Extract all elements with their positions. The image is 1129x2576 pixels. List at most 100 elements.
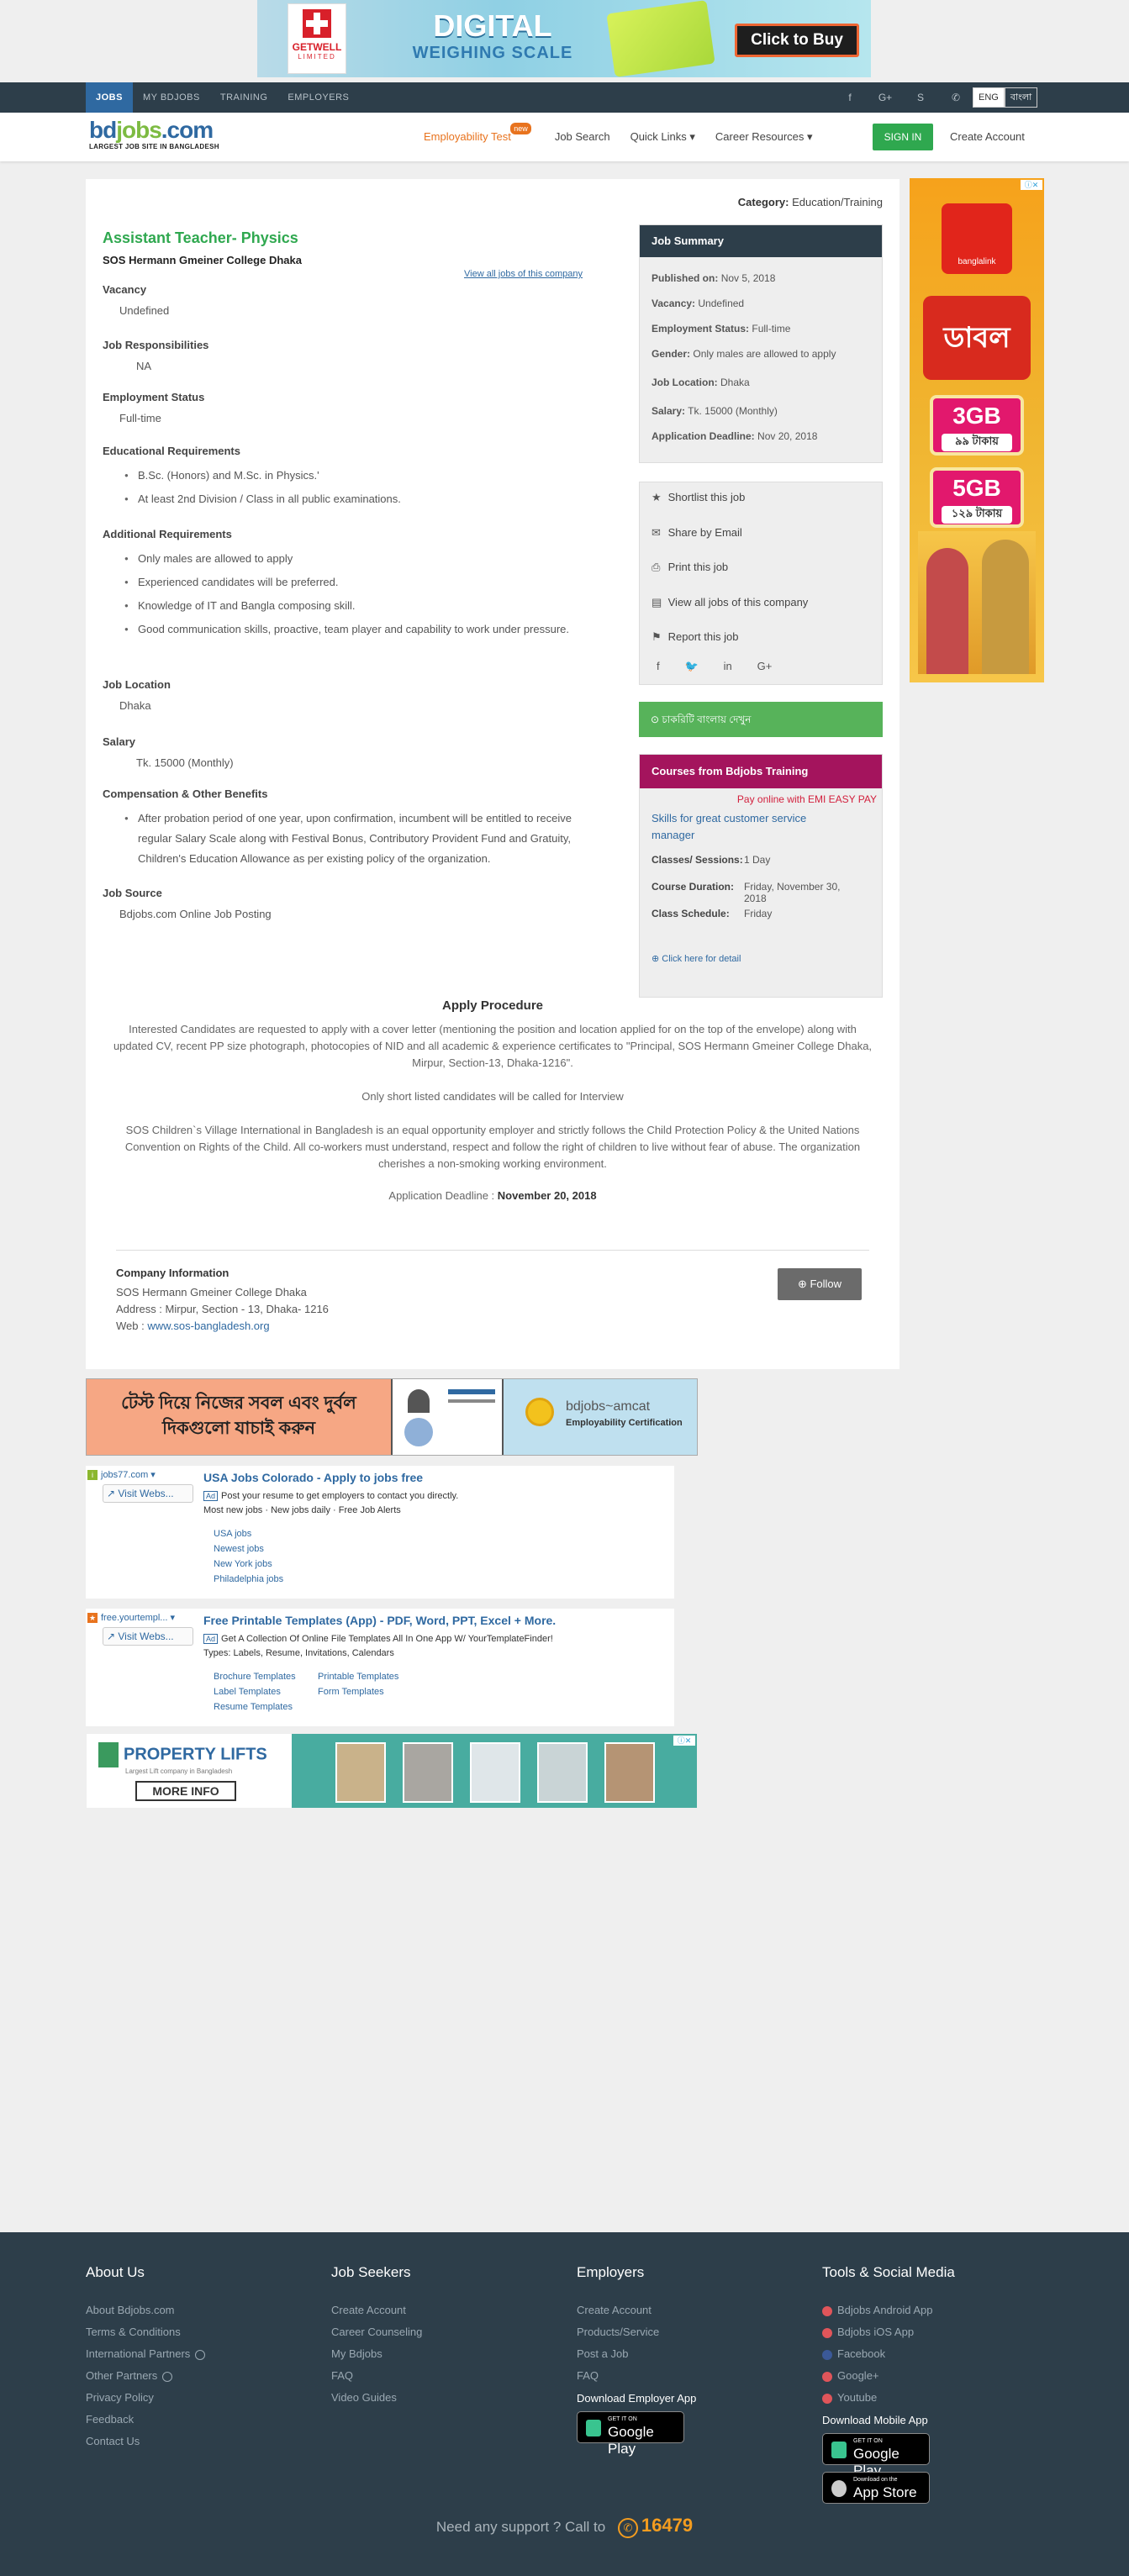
- employability-test-link[interactable]: Employability Test new: [424, 113, 531, 161]
- footer-link[interactable]: About Bdjobs.com: [86, 2299, 205, 2321]
- course-value: Friday: [744, 908, 773, 919]
- course-detail-link[interactable]: ⊕ Click here for detail: [652, 953, 741, 964]
- footer-link[interactable]: International Partners: [86, 2343, 206, 2365]
- footer-link[interactable]: Other Partners: [86, 2365, 205, 2387]
- circle-arrow-icon: ⊙: [651, 714, 660, 725]
- footer-link[interactable]: Facebook: [822, 2343, 955, 2365]
- ad-source[interactable]: ★ free.yourtempl... ▾: [87, 1612, 175, 1623]
- ad-choices-icon[interactable]: ⓘ✕: [673, 1736, 695, 1746]
- amcat-brand: bdjobs~amcat: [566, 1399, 651, 1414]
- ad-sitelink[interactable]: USA jobs: [214, 1526, 283, 1541]
- ad-brand-logo: GETWELL LIMITED: [288, 3, 346, 74]
- view-all-company-jobs-link[interactable]: View all jobs of this company: [464, 269, 583, 279]
- course-duration: Course Duration: Friday, November 30, 201…: [652, 881, 845, 904]
- topnav-jobs[interactable]: JOBS: [86, 82, 133, 113]
- footer-link[interactable]: Create Account: [331, 2299, 422, 2321]
- job-title: Assistant Teacher- Physics: [103, 229, 298, 246]
- amcat-banner-ad[interactable]: টেস্ট দিয়ে নিজের সবল এবং দুর্বল দিকগুলো…: [86, 1378, 698, 1456]
- list-item: After probation period of one year, upon…: [121, 809, 592, 869]
- twitter-icon[interactable]: 🐦: [685, 660, 699, 673]
- view-all-company-jobs-action[interactable]: ▤ View all jobs of this company: [652, 596, 808, 609]
- ad-cta-button[interactable]: Click to Buy: [735, 24, 859, 57]
- job-summary-panel: Job Summary Published on: Nov 5, 2018 Va…: [639, 224, 883, 463]
- report-job-link[interactable]: ⚑ Report this job: [652, 630, 738, 644]
- footer-link[interactable]: Youtube: [822, 2387, 955, 2409]
- text-ad: ★ free.yourtempl... ▾ ↗ Visit Webs... Fre…: [86, 1609, 674, 1726]
- footer-link[interactable]: Contact Us: [86, 2431, 205, 2452]
- career-resources-dropdown[interactable]: Career Resources ▾: [715, 113, 813, 161]
- footer-link[interactable]: FAQ: [331, 2365, 422, 2387]
- footer-link[interactable]: Bdjobs Android App: [822, 2299, 955, 2321]
- ad-sitelink[interactable]: Printable Templates: [318, 1672, 398, 1682]
- ad-title-link[interactable]: USA Jobs Colorado - Apply to jobs free: [203, 1471, 423, 1484]
- more-info-button[interactable]: MORE INFO: [135, 1781, 236, 1801]
- lang-english[interactable]: ENG: [973, 87, 1005, 108]
- footer-link[interactable]: Products/Service: [577, 2321, 696, 2343]
- ad-sitelink[interactable]: Brochure Templates: [214, 1669, 318, 1684]
- shortlist-job-link[interactable]: ★ Shortlist this job: [652, 491, 745, 504]
- google-play-badge[interactable]: GET IT ON Google Play: [822, 2433, 930, 2479]
- lang-bangla[interactable]: বাংলা: [1004, 87, 1038, 108]
- ad-sitelink[interactable]: Form Templates: [318, 1687, 384, 1697]
- badge-small-text: GET IT ON: [853, 2438, 883, 2444]
- footer-link[interactable]: Create Account: [577, 2299, 696, 2321]
- footer-link[interactable]: Privacy Policy: [86, 2387, 205, 2409]
- apply-procedure: Apply Procedure Interested Candidates ar…: [111, 998, 874, 1202]
- phone-icon[interactable]: ✆: [943, 82, 968, 113]
- share-by-email-link[interactable]: ✉ Share by Email: [652, 526, 742, 540]
- footer-link[interactable]: Feedback: [86, 2409, 205, 2431]
- ad-choices-icon[interactable]: ⓘ✕: [1021, 180, 1042, 190]
- salary-heading: Salary: [103, 735, 136, 748]
- top-banner-ad[interactable]: GETWELL LIMITED DIGITAL WEIGHING SCALE C…: [257, 0, 871, 77]
- ad-title-link[interactable]: Free Printable Templates (App) - PDF, Wo…: [203, 1614, 556, 1627]
- visit-website-button[interactable]: ↗ Visit Webs...: [103, 1484, 193, 1503]
- footer-link[interactable]: Post a Job: [577, 2343, 696, 2365]
- view-in-bangla-button[interactable]: ⊙ চাকরিটি বাংলায় দেখুন: [639, 702, 883, 737]
- company-website-link[interactable]: www.sos-bangladesh.org: [147, 1320, 269, 1332]
- ad-sitelink[interactable]: Label Templates: [214, 1684, 318, 1699]
- footer-link[interactable]: Terms & Conditions: [86, 2321, 205, 2343]
- lift-photo: [403, 1742, 453, 1803]
- google-plus-icon[interactable]: G+: [873, 82, 898, 113]
- banglalink-side-ad[interactable]: ⓘ✕ banglalink ডাবল বোনাস 3GB ৯৯ টাকায় 5…: [910, 178, 1044, 682]
- ad-sitelink[interactable]: Newest jobs: [214, 1541, 283, 1557]
- job-search-link[interactable]: Job Search: [555, 113, 610, 161]
- google-play-badge[interactable]: GET IT ON Google Play: [577, 2411, 684, 2457]
- site-logo[interactable]: bdjobs.com LARGEST JOB SITE IN BANGLADES…: [89, 118, 219, 151]
- salary-section: Salary Tk. 15000 (Monthly): [103, 735, 607, 769]
- ad-sitelink[interactable]: New York jobs: [214, 1557, 283, 1572]
- google-plus-icon[interactable]: G+: [757, 660, 773, 672]
- facebook-icon[interactable]: f: [837, 82, 863, 113]
- footer-link-label: Bdjobs Android App: [837, 2304, 933, 2316]
- ad-sitelink[interactable]: Resume Templates: [214, 1699, 398, 1715]
- topnav-employers[interactable]: EMPLOYERS: [277, 82, 359, 113]
- footer-link[interactable]: FAQ: [577, 2365, 696, 2387]
- ad-pack-5gb: 5GB ১২৯ টাকায়: [930, 467, 1024, 528]
- topnav-my-bdjobs[interactable]: MY BDJOBS: [133, 82, 210, 113]
- print-job-link[interactable]: ⎙ Print this job: [652, 561, 728, 574]
- new-badge: new: [510, 123, 531, 134]
- create-account-link[interactable]: Create Account: [950, 113, 1025, 161]
- facebook-icon[interactable]: f: [657, 660, 660, 672]
- summary-label: Gender:: [652, 348, 691, 360]
- course-title-link[interactable]: Skills for great customer service manage…: [652, 810, 845, 844]
- skype-icon[interactable]: S: [908, 82, 933, 113]
- support-number[interactable]: 16479: [641, 2515, 693, 2536]
- topnav-training[interactable]: TRAINING: [210, 82, 278, 113]
- property-lifts-ad[interactable]: PROPERTY LIFTS Largest Lift company in Ba…: [86, 1733, 698, 1809]
- ad-source[interactable]: i jobs77.com ▾: [87, 1469, 156, 1480]
- sign-in-button[interactable]: SIGN IN: [873, 124, 933, 150]
- footer-link[interactable]: Google+: [822, 2365, 955, 2387]
- summary-location: Job Location: Dhaka: [652, 377, 750, 388]
- footer-link[interactable]: Bdjobs iOS App: [822, 2321, 955, 2343]
- print-label: Print this job: [667, 561, 729, 573]
- ad-sitelink[interactable]: Philadelphia jobs: [214, 1572, 283, 1587]
- footer-link[interactable]: Career Counseling: [331, 2321, 422, 2343]
- app-store-badge[interactable]: Download on the App Store: [822, 2472, 930, 2504]
- footer-link[interactable]: My Bdjobs: [331, 2343, 422, 2365]
- visit-website-button[interactable]: ↗ Visit Webs...: [103, 1627, 193, 1646]
- follow-company-button[interactable]: ⊕ Follow: [778, 1268, 862, 1300]
- footer-link[interactable]: Video Guides: [331, 2387, 422, 2409]
- quick-links-dropdown[interactable]: Quick Links ▾: [630, 113, 695, 161]
- linkedin-icon[interactable]: in: [724, 660, 732, 672]
